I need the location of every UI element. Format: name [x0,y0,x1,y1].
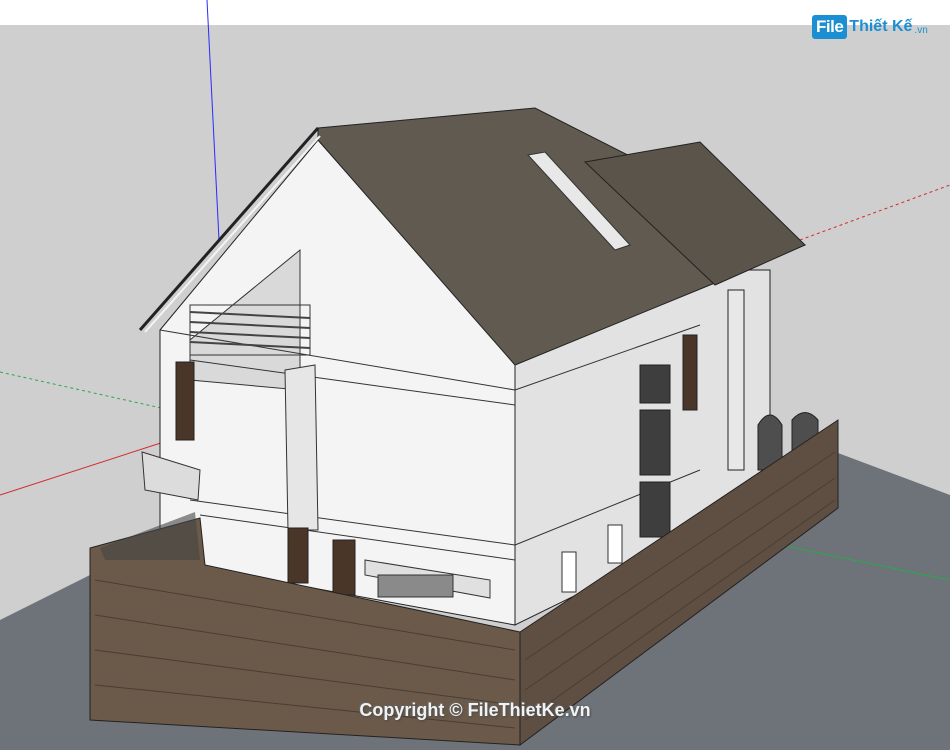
filethietke-logo-icon: File Thiết Kế .vn [812,12,928,42]
side-column [727,289,745,471]
side-window-1 [639,364,671,404]
front-door-2 [332,539,356,596]
side-door-1 [561,551,577,593]
side-window-tall-1 [682,334,698,411]
side-window-3 [639,481,671,538]
copyright-watermark: Copyright © FileThietKe.vn [359,700,591,720]
front-window-low [377,574,454,598]
side-door-2 [607,524,623,564]
sky-band [0,0,950,25]
logo-box: File [812,15,848,39]
house-model-render[interactable] [0,0,950,750]
front-pillar [284,364,319,531]
logo-text: Thiết Kế [849,18,913,35]
front-door-1 [287,527,309,584]
side-window-2 [639,409,671,476]
logo-suffix: .vn [914,24,928,36]
sketchup-3d-viewport[interactable]: File Thiết Kế .vn Copyright © FileThietK… [0,0,950,750]
front-window-left [175,361,195,441]
